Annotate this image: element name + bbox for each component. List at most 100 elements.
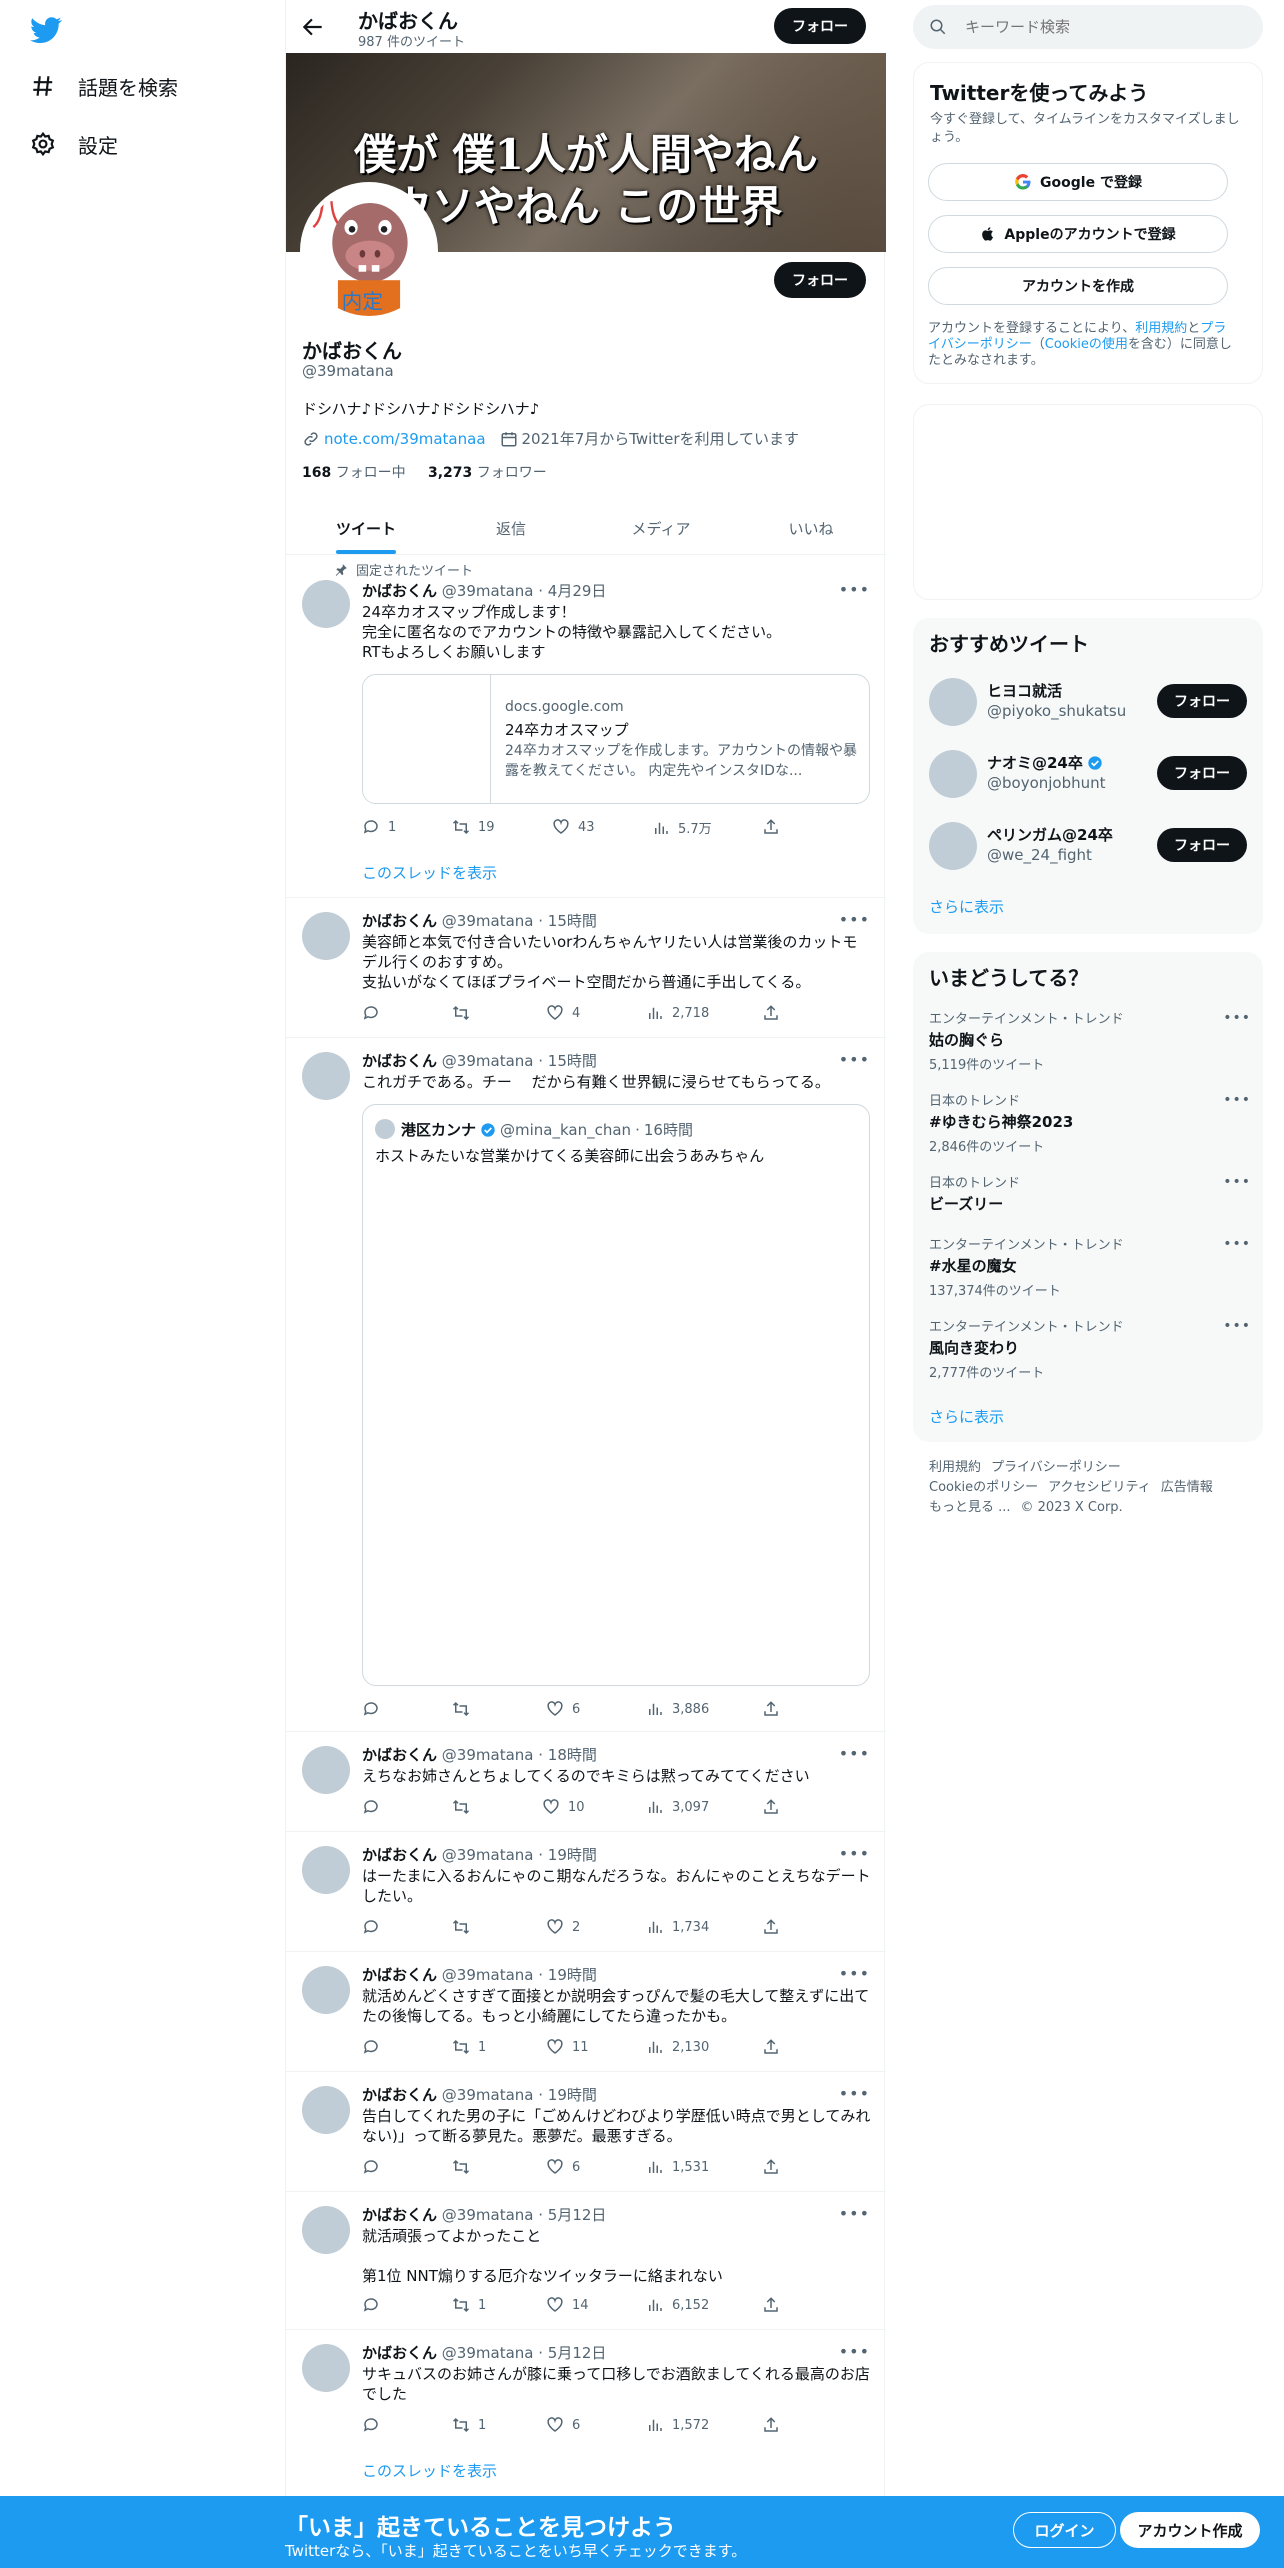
- footer-accessibility-link[interactable]: アクセシビリティ: [1048, 1480, 1151, 1495]
- tweet-time[interactable]: 15時間: [548, 912, 597, 930]
- terms-link[interactable]: 利用規約: [1135, 321, 1187, 336]
- tweet-author-name[interactable]: かばおくん: [362, 2086, 437, 2104]
- tweet-time[interactable]: 15時間: [548, 1052, 597, 1070]
- login-button[interactable]: ログイン: [1013, 2512, 1116, 2548]
- views-button[interactable]: 2,718: [646, 1004, 709, 1022]
- more-options-icon[interactable]: •••: [839, 1050, 870, 1069]
- reply-button[interactable]: [362, 2158, 388, 2176]
- tweet-item-pinned[interactable]: 固定されたツイート かばおくん @39matana · 4月29日 ••• 24…: [286, 556, 886, 898]
- like-button[interactable]: 4: [546, 1004, 580, 1022]
- tweet-author-handle[interactable]: @39matana: [442, 2206, 534, 2224]
- tweet-item[interactable]: かばおくん @39matana · 19時間 ••• 告白してくれた男の子に「ご…: [286, 2072, 886, 2192]
- tweet-time[interactable]: 18時間: [548, 1746, 597, 1764]
- recommend-follow-button[interactable]: フォロー: [1157, 828, 1247, 862]
- trends-show-more[interactable]: さらに表示: [929, 1406, 1004, 1427]
- google-signup-button[interactable]: Google で登録: [928, 163, 1228, 201]
- share-button[interactable]: [762, 1798, 780, 1816]
- retweet-button[interactable]: 19: [452, 818, 495, 836]
- share-button[interactable]: [762, 1700, 780, 1718]
- tab-replies[interactable]: 返信: [436, 502, 586, 555]
- retweet-button[interactable]: [452, 1918, 478, 1936]
- avatar[interactable]: [302, 1966, 350, 2014]
- tweet-author-handle[interactable]: @39matana: [442, 2344, 534, 2362]
- profile-avatar[interactable]: 八 内定: [300, 182, 438, 320]
- like-button[interactable]: 10: [542, 1798, 585, 1816]
- tweet-author-name[interactable]: かばおくん: [362, 1966, 437, 1984]
- trend-item[interactable]: エンターテインメント・トレンド 風向き変わり 2,777件のツイート •••: [929, 1312, 1251, 1382]
- tweet-author-handle[interactable]: @39matana: [442, 582, 534, 600]
- tweet-author-handle[interactable]: @39matana: [442, 2086, 534, 2104]
- recommend-follow-button[interactable]: フォロー: [1157, 684, 1247, 718]
- more-options-icon[interactable]: •••: [839, 580, 870, 599]
- tweet-time[interactable]: 19時間: [548, 2086, 597, 2104]
- avatar[interactable]: [302, 2086, 350, 2134]
- retweet-button[interactable]: [452, 1004, 478, 1022]
- like-button[interactable]: 43: [552, 818, 595, 836]
- like-button[interactable]: 6: [546, 2158, 580, 2176]
- header-follow-button[interactable]: フォロー: [774, 8, 866, 44]
- like-button[interactable]: 6: [546, 1700, 580, 1718]
- share-button[interactable]: [762, 2416, 780, 2434]
- views-button[interactable]: 1,572: [646, 2416, 709, 2434]
- nav-settings[interactable]: 設定: [30, 124, 118, 164]
- tab-likes[interactable]: いいね: [736, 502, 886, 555]
- footer-terms-link[interactable]: 利用規約: [929, 1460, 981, 1475]
- more-options-icon[interactable]: •••: [839, 2342, 870, 2361]
- views-button[interactable]: 1,734: [646, 1918, 709, 1936]
- back-arrow-icon[interactable]: [300, 14, 326, 40]
- tweet-item[interactable]: かばおくん @39matana · 15時間 ••• 美容師と本気で付き合いたい…: [286, 898, 886, 1038]
- trend-item[interactable]: 日本のトレンド ビーズリー •••: [929, 1168, 1251, 1238]
- like-button[interactable]: 6: [546, 2416, 580, 2434]
- quoted-tweet[interactable]: 港区カンナ @mina_kan_chan · 16時間 ホストみたいな営業かけて…: [362, 1104, 870, 1686]
- more-options-icon[interactable]: •••: [1223, 1236, 1251, 1252]
- tweet-author-handle[interactable]: @39matana: [442, 1052, 534, 1070]
- more-options-icon[interactable]: •••: [839, 2204, 870, 2223]
- tweet-item[interactable]: かばおくん @39matana · 5月12日 ••• 就活頑張ってよかったこと…: [286, 2192, 886, 2330]
- following-link[interactable]: 168 フォロー中: [302, 465, 406, 481]
- more-options-icon[interactable]: •••: [839, 1744, 870, 1763]
- avatar[interactable]: [302, 580, 350, 628]
- more-options-icon[interactable]: •••: [1223, 1318, 1251, 1334]
- tweet-time[interactable]: 19時間: [548, 1966, 597, 1984]
- reply-button[interactable]: [362, 2296, 388, 2314]
- avatar[interactable]: [302, 1746, 350, 1794]
- more-options-icon[interactable]: •••: [839, 1964, 870, 1983]
- cookie-link[interactable]: Cookieの使用: [1045, 337, 1128, 352]
- more-options-icon[interactable]: •••: [839, 910, 870, 929]
- show-thread-link[interactable]: このスレッドを表示: [362, 862, 497, 883]
- share-button[interactable]: [762, 2038, 780, 2056]
- avatar[interactable]: [302, 1846, 350, 1894]
- tweet-time[interactable]: 19時間: [548, 1846, 597, 1864]
- nav-explore[interactable]: 話題を検索: [30, 66, 178, 106]
- views-button[interactable]: 2,130: [646, 2038, 709, 2056]
- reply-button[interactable]: [362, 2416, 388, 2434]
- profile-link[interactable]: note.com/39matanaa: [324, 430, 486, 448]
- footer-cookie-link[interactable]: Cookieのポリシー: [929, 1480, 1038, 1495]
- tweet-time[interactable]: 5月12日: [548, 2206, 607, 2224]
- tweet-author-handle[interactable]: @39matana: [442, 1846, 534, 1864]
- avatar[interactable]: [302, 1052, 350, 1100]
- tweet-item[interactable]: かばおくん @39matana · 19時間 ••• 就活めんどくさすぎて面接と…: [286, 1952, 886, 2072]
- retweet-button[interactable]: 1: [452, 2038, 486, 2056]
- views-button[interactable]: 3,097: [646, 1798, 709, 1816]
- link-card[interactable]: docs.google.com 24卒カオスマップ 24卒カオスマップを作成しま…: [362, 674, 870, 804]
- share-button[interactable]: [762, 2296, 780, 2314]
- like-button[interactable]: 14: [546, 2296, 589, 2314]
- reply-button[interactable]: [362, 1798, 388, 1816]
- tweet-author-name[interactable]: かばおくん: [362, 912, 437, 930]
- recommend-follow-button[interactable]: フォロー: [1157, 756, 1247, 790]
- tweet-author-handle[interactable]: @39matana: [442, 1966, 534, 1984]
- tab-media[interactable]: メディア: [586, 502, 736, 555]
- footer-privacy-link[interactable]: プライバシーポリシー: [991, 1460, 1121, 1475]
- trend-item[interactable]: エンターテインメント・トレンド #水星の魔女 137,374件のツイート •••: [929, 1230, 1251, 1300]
- views-button[interactable]: 6,152: [646, 2296, 709, 2314]
- more-options-icon[interactable]: •••: [839, 1844, 870, 1863]
- more-options-icon[interactable]: •••: [1223, 1092, 1251, 1108]
- reply-button[interactable]: 1: [362, 818, 396, 836]
- search-box[interactable]: [913, 5, 1263, 49]
- tweet-author-name[interactable]: かばおくん: [362, 2344, 437, 2362]
- tweet-item[interactable]: かばおくん @39matana · 19時間 ••• はーたまに入るおんにゃのこ…: [286, 1832, 886, 1952]
- reply-button[interactable]: [362, 1700, 388, 1718]
- views-button[interactable]: 5.7万: [652, 818, 712, 837]
- reply-button[interactable]: [362, 2038, 388, 2056]
